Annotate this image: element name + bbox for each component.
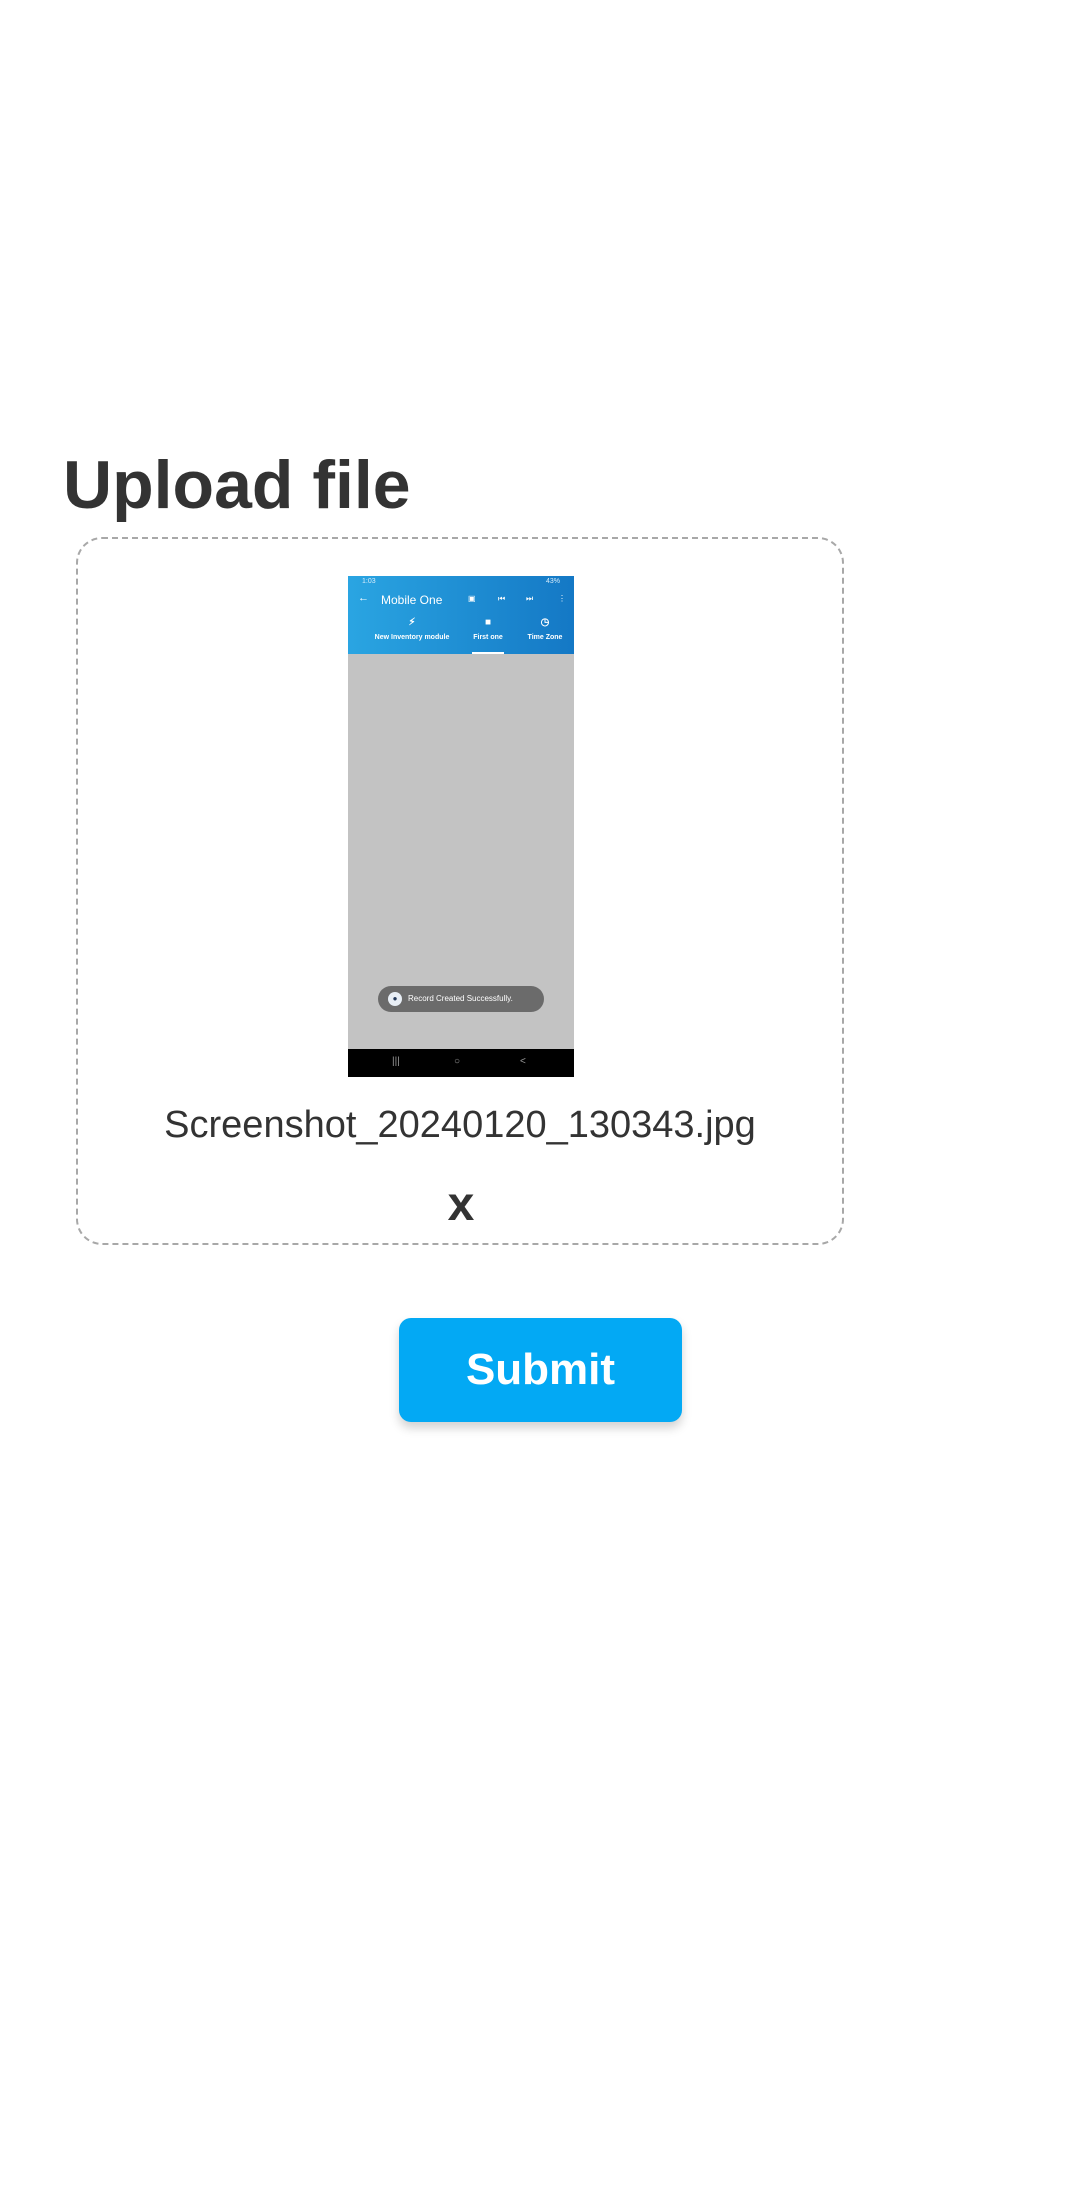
back-arrow-icon: ←: [358, 592, 369, 604]
screen-icon: ▣: [468, 594, 476, 603]
file-name: Screenshot_20240120_130343.jpg: [164, 1104, 756, 1146]
home-icon: ○: [454, 1056, 461, 1067]
skip-previous-icon: ⏮: [498, 594, 506, 603]
preview-toast: ● Record Created Successfully.: [378, 986, 544, 1012]
preview-app-bar: 1:03 43% ← Mobile One ▣ ⏮ ⏭ ⋮ ⚡︎ New Inv…: [348, 576, 574, 654]
remove-file-button[interactable]: x: [430, 1172, 492, 1238]
preview-tab-indicator: [472, 652, 504, 654]
preview-toast-text: Record Created Successfully.: [408, 994, 513, 1003]
bolt-icon: ⚡︎: [408, 617, 416, 628]
file-preview-image: 1:03 43% ← Mobile One ▣ ⏮ ⏭ ⋮ ⚡︎ New Inv…: [348, 576, 574, 1077]
back-icon: <: [520, 1056, 526, 1067]
preview-status-bar: 1:03 43%: [348, 576, 574, 588]
more-vert-icon: ⋮: [558, 594, 566, 603]
folder-icon: ■: [484, 617, 492, 628]
preview-nav-bar: ||| ○ <: [348, 1049, 574, 1077]
preview-tab-new-inventory: ⚡︎ New Inventory module: [370, 616, 454, 641]
preview-status-time: 1:03: [362, 578, 376, 585]
page-title: Upload file: [63, 447, 411, 523]
recents-icon: |||: [392, 1056, 400, 1067]
skip-next-icon: ⏭: [526, 594, 534, 603]
app-logo-icon: ●: [388, 992, 402, 1006]
upload-page: Upload file 1:03 43% ← Mobile One ▣ ⏮ ⏭ …: [0, 0, 1080, 2208]
preview-app-title: Mobile One: [381, 593, 443, 607]
preview-toolbar: ← Mobile One ▣ ⏮ ⏭ ⋮: [348, 590, 574, 610]
preview-status-battery: 43%: [545, 578, 560, 585]
clock-icon: ◷: [540, 617, 550, 628]
preview-tabs: ⚡︎ New Inventory module ■ First one ◷ Ti…: [348, 614, 574, 654]
submit-button[interactable]: Submit: [399, 1318, 682, 1422]
preview-tab-first-one: ■ First one: [468, 616, 508, 641]
preview-tab-time-zone: ◷ Time Zone: [522, 616, 568, 641]
